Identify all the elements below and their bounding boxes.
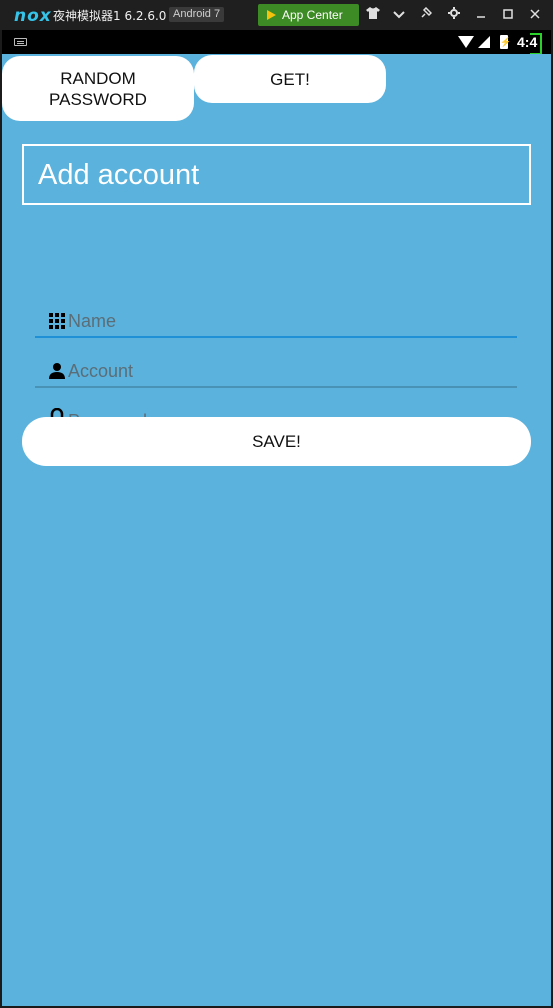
keyboard-icon — [14, 38, 27, 46]
android-version-badge: Android 7 — [169, 7, 225, 22]
emulator-overlay-marker — [530, 33, 542, 55]
get-button-label: GET! — [270, 69, 310, 89]
account-field[interactable] — [35, 350, 518, 388]
play-store-icon — [267, 10, 276, 20]
account-underline — [35, 386, 517, 388]
name-input[interactable] — [68, 306, 508, 336]
random-password-button[interactable]: RANDOM PASSWORD — [2, 56, 194, 121]
pin-icon[interactable] — [417, 6, 435, 24]
grid-icon — [48, 312, 66, 330]
emulator-title-bar: nox 夜神模拟器1 6.2.6.0 Android 7 App Center — [0, 0, 553, 30]
battery-charging-icon — [500, 35, 511, 49]
signal-icon — [478, 36, 490, 48]
android-status-bar: 4:4 — [2, 30, 551, 54]
account-input[interactable] — [68, 356, 508, 386]
save-button-label: SAVE! — [252, 432, 301, 451]
emulator-title: 夜神模拟器1 6.2.6.0 — [53, 9, 167, 23]
app-center-button[interactable]: App Center — [258, 4, 359, 26]
name-field[interactable] — [35, 300, 518, 338]
get-button[interactable]: GET! — [194, 55, 386, 103]
page-title: Add account — [22, 144, 531, 205]
minimize-icon[interactable] — [472, 6, 490, 24]
app-center-label: App Center — [282, 8, 343, 22]
wifi-icon — [458, 36, 474, 48]
nox-logo: nox — [14, 6, 52, 26]
gear-icon[interactable] — [445, 6, 463, 24]
maximize-icon[interactable] — [499, 6, 517, 24]
name-underline — [35, 336, 517, 338]
random-password-label: RANDOM PASSWORD — [49, 68, 147, 109]
chevron-down-icon[interactable] — [390, 6, 408, 24]
app-screen: RANDOM PASSWORD GET! Add account Name Ac… — [2, 54, 551, 1006]
close-icon[interactable] — [526, 6, 544, 24]
person-icon — [48, 362, 66, 380]
save-button[interactable]: SAVE! — [22, 417, 531, 466]
shirt-icon[interactable] — [364, 6, 382, 24]
